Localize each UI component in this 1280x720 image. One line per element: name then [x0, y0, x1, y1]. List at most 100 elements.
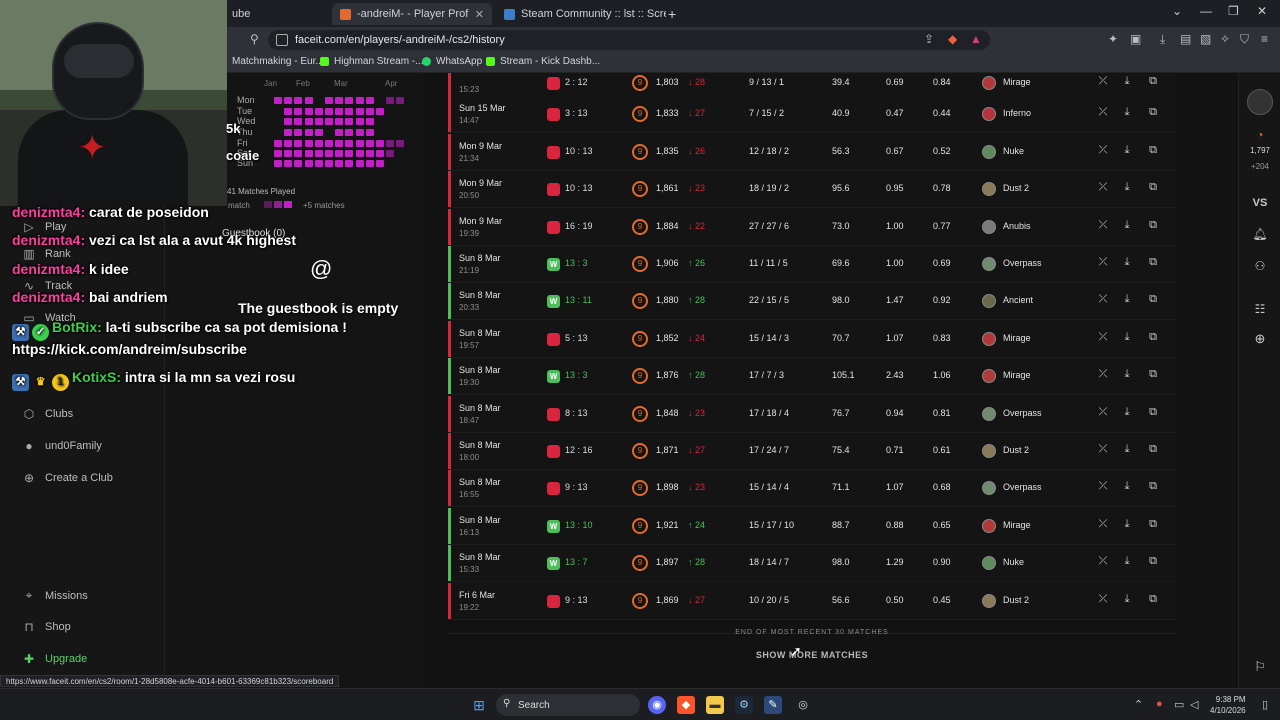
extensions-icon[interactable]: ✦ [1108, 32, 1118, 46]
scoreboard-icon[interactable]: ⤫ [1096, 181, 1110, 194]
scoreboard-icon[interactable]: ⤫ [1096, 593, 1110, 606]
tab-steam[interactable]: Steam Community :: lst :: Screenshots [496, 3, 666, 25]
screenshot-icon[interactable]: ▣ [1130, 32, 1141, 46]
download-demo-icon[interactable]: ⤓ [1120, 331, 1134, 344]
table-row[interactable]: Sun 8 Mar 15:33 W 13 : 7 9 1,897 ↑ 28 18 / 14 /… [448, 545, 1176, 583]
download-demo-icon[interactable]: ⤓ [1120, 480, 1134, 493]
table-row[interactable]: Sun 8 Mar 18:00 L 12 : 16 9 1,871 ↓ 27 17 / 24 … [448, 433, 1176, 470]
sidebar-item-und0family[interactable]: ● und0Family [22, 439, 101, 453]
friends-icon[interactable]: ⚇ [1239, 259, 1280, 273]
bookmark-matchmaking[interactable]: Matchmaking - Eur... [232, 56, 324, 67]
steam-icon[interactable]: ⚙ [735, 696, 753, 714]
open-external-icon[interactable]: ⧉ [1146, 368, 1160, 381]
tray-overflow-icon[interactable]: ⌃ [1134, 698, 1143, 711]
table-row[interactable]: Sun 8 Mar 19:57 L 5 : 13 9 1,852 ↓ 24 15 / 14 /… [448, 320, 1176, 358]
windows-start-icon[interactable]: ⊞ [470, 696, 488, 714]
download-demo-icon[interactable]: ⤓ [1120, 219, 1134, 232]
table-row[interactable]: Sun 8 Mar 20:33 W 13 : 11 9 1,880 ↑ 28 22 / 15 … [448, 283, 1176, 321]
table-row[interactable]: Sun 8 Mar 21:19 W 13 : 3 9 1,906 ↑ 26 11 / 11 /… [448, 246, 1176, 283]
download-demo-icon[interactable]: ⤓ [1120, 106, 1134, 119]
file-explorer-icon[interactable]: ▬ [706, 696, 724, 714]
party-icon[interactable]: ☷ [1239, 302, 1280, 316]
minimize-icon[interactable]: — [1200, 4, 1212, 18]
download-demo-icon[interactable]: ⤓ [1120, 144, 1134, 157]
brave-shields-icon[interactable]: ◆ [948, 32, 957, 46]
site-info-icon[interactable] [276, 34, 288, 46]
leo-icon[interactable]: ✧ [1220, 32, 1230, 46]
download-demo-icon[interactable]: ⤓ [1120, 293, 1134, 306]
add-icon[interactable]: ⊕ [1239, 331, 1280, 347]
open-external-icon[interactable]: ⧉ [1146, 293, 1160, 306]
sidebar-item-upgrade[interactable]: ✚ Upgrade [22, 652, 87, 666]
bookmark-icon[interactable]: ⚲ [250, 32, 259, 46]
tab-faceit[interactable]: -andreiM- - Player Profile - FACE✕ [332, 3, 492, 25]
open-external-icon[interactable]: ⧉ [1146, 443, 1160, 456]
scoreboard-icon[interactable]: ⤫ [1096, 518, 1110, 531]
download-demo-icon[interactable]: ⤓ [1120, 181, 1134, 194]
download-demo-icon[interactable]: ⤓ [1120, 75, 1134, 88]
close-tab-icon[interactable]: ✕ [469, 8, 484, 21]
scoreboard-icon[interactable]: ⤫ [1096, 443, 1110, 456]
table-row[interactable]: Sun 15 Mar 14:47 L 3 : 13 9 1,833 ↓ 27 7 / 15 /… [448, 96, 1176, 134]
taskbar-clock[interactable]: 9:38 PM 4/10/2026 [1210, 694, 1246, 716]
download-demo-icon[interactable]: ⤓ [1120, 368, 1134, 381]
wallet-icon[interactable]: ▧ [1200, 32, 1211, 46]
download-icon[interactable]: ⤓ [1160, 32, 1165, 47]
table-row[interactable]: Sun 8 Mar 19:30 W 13 : 3 9 1,876 ↑ 28 17 / 7 / … [448, 358, 1176, 396]
scoreboard-icon[interactable]: ⤫ [1096, 331, 1110, 344]
table-row[interactable]: Sun 8 Mar 16:13 W 13 : 10 9 1,921 ↑ 24 15 / 17 … [448, 507, 1176, 545]
avatar[interactable] [1239, 89, 1280, 115]
bookmark-kick-dashboard[interactable]: Stream - Kick Dashb... [486, 56, 600, 67]
download-demo-icon[interactable]: ⤓ [1120, 555, 1134, 568]
table-row[interactable]: Mon 9 Mar 20:50 L 10 : 13 9 1,861 ↓ 23 18 / 19 … [448, 171, 1176, 209]
download-demo-icon[interactable]: ⤓ [1120, 256, 1134, 269]
bell-icon[interactable]: 🔔︎ [1239, 227, 1280, 241]
app-icon[interactable]: ✎ [764, 696, 782, 714]
show-more-matches-button[interactable]: SHOW MORE MATCHES [448, 650, 1176, 660]
download-demo-icon[interactable]: ⤓ [1120, 443, 1134, 456]
scoreboard-icon[interactable]: ⤫ [1096, 293, 1110, 306]
scoreboard-icon[interactable]: ⤫ [1096, 219, 1110, 232]
tab-partial[interactable]: ube [224, 3, 264, 25]
table-row[interactable]: Mon 9 Mar 21:34 L 10 : 13 9 1,835 ↓ 26 12 / 18 … [448, 133, 1176, 171]
open-external-icon[interactable]: ⧉ [1146, 331, 1160, 344]
open-external-icon[interactable]: ⧉ [1146, 480, 1160, 493]
sidebar-item-missions[interactable]: ⌖ Missions [22, 588, 88, 603]
sidebar-item-create-club[interactable]: ⊕ Create a Club [22, 471, 113, 485]
table-row[interactable]: Fri 6 Mar 19:22 L 9 : 13 9 1,869 ↓ 27 10 / 20 /… [448, 582, 1176, 620]
scoreboard-icon[interactable]: ⤫ [1096, 75, 1110, 88]
taskbar-search[interactable]: ⚲ Search [496, 694, 640, 716]
maximize-icon[interactable]: ❐ [1228, 4, 1239, 18]
menu-icon[interactable]: ≡ [1261, 32, 1268, 46]
open-external-icon[interactable]: ⧉ [1146, 406, 1160, 419]
brave-rewards-icon[interactable]: ▲ [970, 32, 982, 46]
bookmark-whatsapp[interactable]: WhatsApp [422, 56, 482, 67]
sidebar-toggle-icon[interactable]: ▤ [1180, 32, 1191, 46]
open-external-icon[interactable]: ⧉ [1146, 593, 1160, 606]
sidebar-item-shop[interactable]: ⊓ Shop [22, 620, 70, 634]
notifications-icon[interactable]: ▯ [1262, 698, 1268, 711]
open-external-icon[interactable]: ⧉ [1146, 181, 1160, 194]
open-external-icon[interactable]: ⧉ [1146, 219, 1160, 232]
tab-list-icon[interactable]: ⌄ [1172, 4, 1182, 18]
close-window-icon[interactable]: ✕ [1257, 4, 1267, 18]
bookmark-highman[interactable]: Highman Stream -... [320, 56, 423, 67]
scoreboard-icon[interactable]: ⤫ [1096, 368, 1110, 381]
open-external-icon[interactable]: ⧉ [1146, 75, 1160, 88]
scoreboard-icon[interactable]: ⤫ [1096, 106, 1110, 119]
microphone-icon[interactable]: ● [1156, 698, 1163, 710]
open-external-icon[interactable]: ⧉ [1146, 144, 1160, 157]
open-external-icon[interactable]: ⧉ [1146, 555, 1160, 568]
volume-icon[interactable]: ◁ [1190, 698, 1198, 711]
scoreboard-icon[interactable]: ⤫ [1096, 144, 1110, 157]
network-icon[interactable]: ▭ [1174, 698, 1184, 711]
scoreboard-icon[interactable]: ⤫ [1096, 555, 1110, 568]
table-row[interactable]: Mon 9 Mar 19:39 L 16 : 19 9 1,884 ↓ 22 27 / 27 … [448, 208, 1176, 246]
download-demo-icon[interactable]: ⤓ [1120, 593, 1134, 606]
open-external-icon[interactable]: ⧉ [1146, 256, 1160, 269]
address-bar[interactable]: faceit.com/en/players/-andreiM-/cs2/hist… [268, 30, 990, 50]
brave-icon[interactable]: ◆ [677, 696, 695, 714]
app-icon[interactable]: ◎ [794, 696, 812, 714]
chat-icon[interactable]: ⚐ [1239, 659, 1280, 675]
scoreboard-icon[interactable]: ⤫ [1096, 480, 1110, 493]
